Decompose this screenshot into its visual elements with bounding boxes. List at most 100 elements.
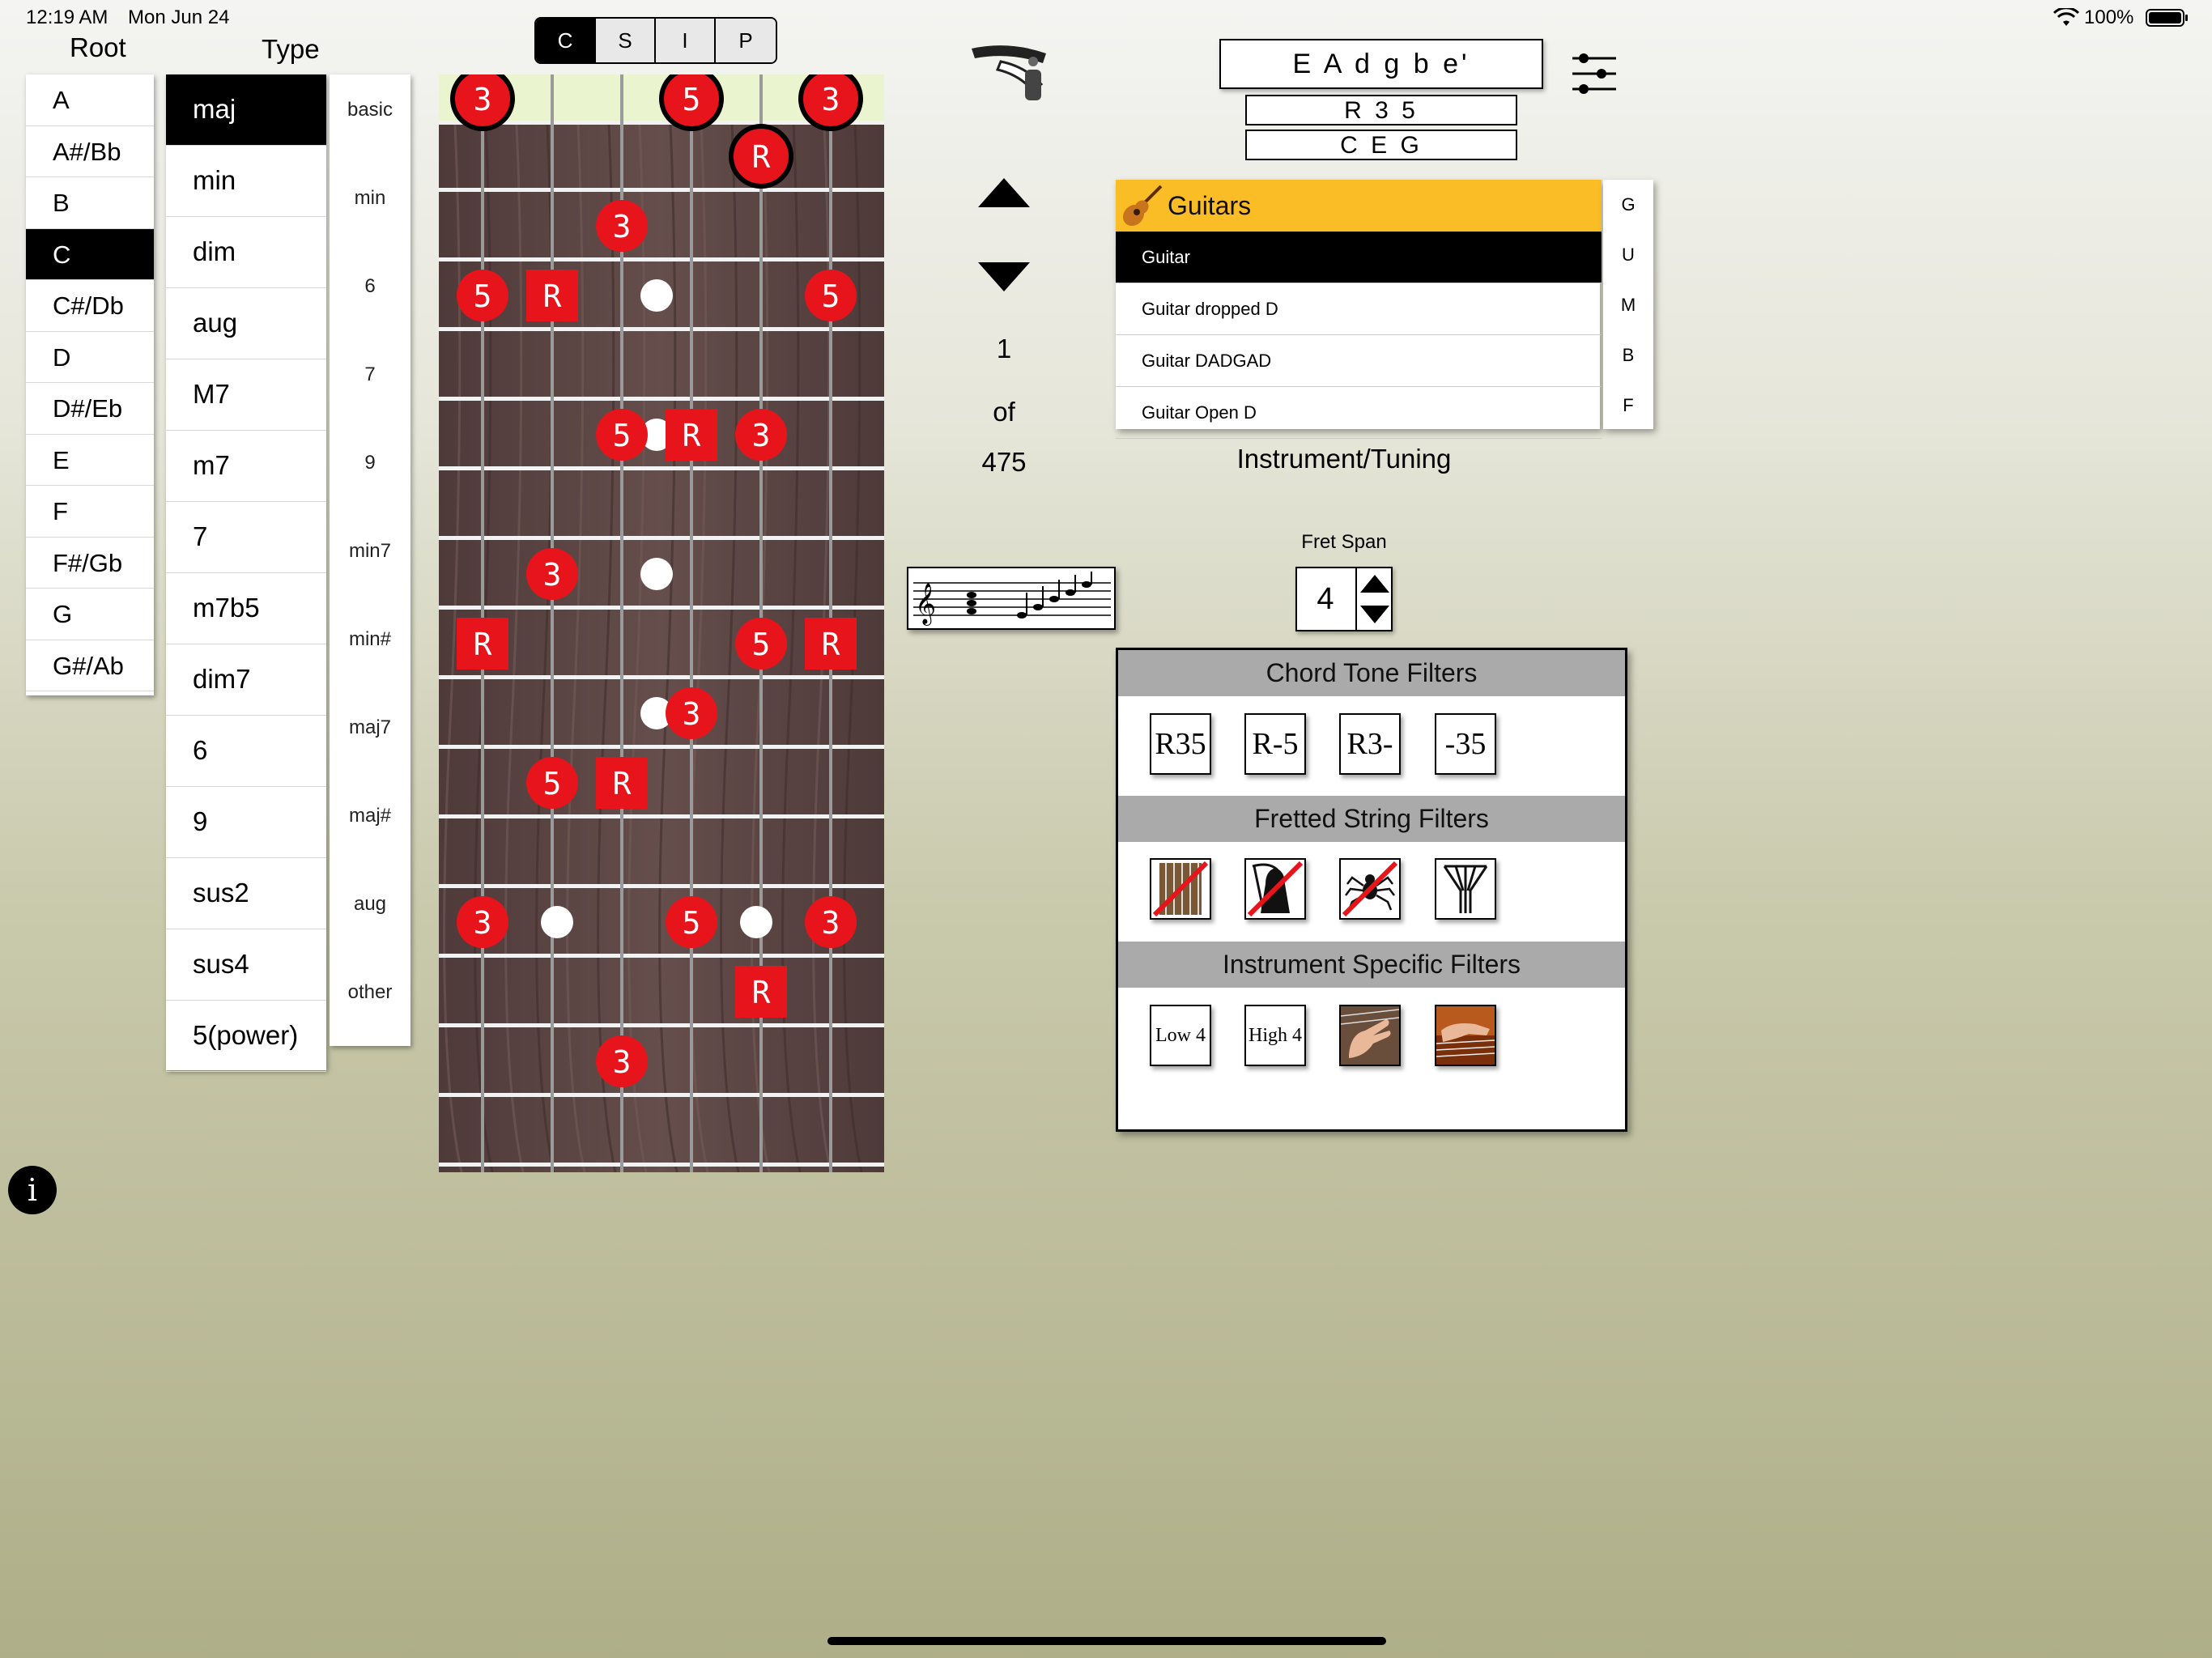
tuning-notes-display[interactable]: E A d g b e' bbox=[1219, 39, 1543, 89]
chord-tone-marker[interactable]: 3 bbox=[450, 74, 515, 131]
type-category-item[interactable]: min bbox=[330, 163, 410, 251]
capo-icon[interactable] bbox=[968, 37, 1054, 109]
chord-tone-marker[interactable]: 3 bbox=[526, 548, 578, 600]
type-list: maj min dim aug M7 m7 7 m7b5 dim7 6 9 sus2 sus4 5(pow… bbox=[166, 74, 326, 1072]
instrument-tuning-item[interactable]: Guitar bbox=[1116, 232, 1602, 283]
funnel-filter-button[interactable] bbox=[1435, 858, 1496, 920]
music-notation-button[interactable]: 𝄞 bbox=[907, 567, 1116, 630]
type-item[interactable]: aug bbox=[166, 288, 326, 359]
no-barre-filter-button[interactable] bbox=[1150, 858, 1211, 920]
chord-tone-marker[interactable]: R bbox=[596, 757, 648, 809]
chord-tone-marker[interactable]: 5 bbox=[805, 270, 857, 321]
root-item[interactable]: F bbox=[26, 486, 154, 538]
root-item[interactable]: C bbox=[26, 228, 154, 280]
root-item[interactable]: D bbox=[26, 332, 154, 383]
instrument-index-letter[interactable]: M bbox=[1603, 280, 1653, 330]
mode-tab-c[interactable]: C bbox=[536, 19, 596, 62]
filter-35-button[interactable]: -35 bbox=[1435, 713, 1496, 775]
fretboard[interactable]: 3 5 3 R 3 5 R 5 5 R 3 3 R 5 R 3 5 R 3 5 3 R 3 bbox=[439, 74, 884, 1172]
instrument-tuning-item[interactable]: Guitar dropped D bbox=[1116, 283, 1602, 335]
type-category-item[interactable]: 7 bbox=[330, 339, 410, 427]
type-item[interactable]: 7 bbox=[166, 502, 326, 573]
low-4-filter-button[interactable]: Low 4 bbox=[1150, 1005, 1211, 1066]
type-category-item[interactable]: basic bbox=[330, 74, 410, 163]
type-item[interactable]: dim bbox=[166, 217, 326, 288]
type-category-item[interactable]: other bbox=[330, 957, 410, 1045]
type-category-item[interactable]: maj7 bbox=[330, 692, 410, 780]
chord-tone-marker[interactable]: R bbox=[735, 966, 787, 1018]
chord-tone-marker[interactable]: 5 bbox=[596, 409, 648, 461]
chord-tone-marker[interactable]: R bbox=[526, 270, 578, 321]
previous-chord-arrow-icon[interactable] bbox=[976, 176, 1032, 213]
instrument-index-letter[interactable]: G bbox=[1603, 180, 1653, 230]
chord-tone-marker[interactable]: 3 bbox=[596, 1035, 648, 1087]
high-4-filter-button[interactable]: High 4 bbox=[1244, 1005, 1306, 1066]
type-item[interactable]: min bbox=[166, 146, 326, 217]
mode-tab-i[interactable]: I bbox=[656, 19, 716, 62]
chord-tone-marker[interactable]: R bbox=[666, 409, 717, 461]
type-item[interactable]: sus2 bbox=[166, 858, 326, 929]
type-item[interactable]: m7b5 bbox=[166, 573, 326, 644]
type-category-item[interactable]: min7 bbox=[330, 516, 410, 604]
type-category-item[interactable]: min# bbox=[330, 604, 410, 692]
no-spider-filter-button[interactable] bbox=[1339, 858, 1401, 920]
chord-tone-marker[interactable]: 5 bbox=[659, 74, 724, 131]
info-icon[interactable]: i bbox=[8, 1166, 57, 1214]
root-item[interactable]: G#/Ab bbox=[26, 640, 154, 691]
filter-r35-button[interactable]: R35 bbox=[1150, 713, 1211, 775]
chord-tone-marker[interactable]: 5 bbox=[666, 896, 717, 948]
type-category-item[interactable]: aug bbox=[330, 869, 410, 957]
instrument-index-letter[interactable]: F bbox=[1603, 380, 1653, 431]
chord-tone-marker[interactable]: 3 bbox=[666, 687, 717, 739]
root-item[interactable]: F#/Gb bbox=[26, 538, 154, 589]
type-item[interactable]: 5(power) bbox=[166, 1001, 326, 1072]
type-item[interactable]: maj bbox=[166, 74, 326, 146]
root-item[interactable]: E bbox=[26, 435, 154, 486]
type-item[interactable]: 6 bbox=[166, 716, 326, 787]
chord-tone-marker[interactable]: 3 bbox=[596, 200, 648, 252]
chord-tone-marker[interactable]: 3 bbox=[457, 896, 508, 948]
hand-fingering-filter-button[interactable] bbox=[1339, 1005, 1401, 1066]
type-item[interactable]: m7 bbox=[166, 431, 326, 502]
root-item[interactable]: B bbox=[26, 177, 154, 229]
next-chord-arrow-icon[interactable] bbox=[976, 261, 1032, 297]
filter-r3-button[interactable]: R3- bbox=[1339, 713, 1401, 775]
type-category-item[interactable]: 6 bbox=[330, 251, 410, 339]
root-item[interactable]: A#/Bb bbox=[26, 126, 154, 177]
instrument-group-header[interactable]: Guitars bbox=[1116, 180, 1602, 232]
type-item[interactable]: dim7 bbox=[166, 644, 326, 716]
chord-tone-marker[interactable]: 3 bbox=[805, 896, 857, 948]
chord-tone-marker[interactable]: R bbox=[729, 124, 793, 189]
type-item[interactable]: 9 bbox=[166, 787, 326, 858]
marker-label: 3 bbox=[613, 1044, 632, 1080]
chord-tone-marker[interactable]: 3 bbox=[798, 74, 863, 131]
fret-span-decrease-icon[interactable] bbox=[1359, 602, 1391, 627]
mode-tab-p[interactable]: P bbox=[716, 19, 776, 62]
instrument-index-letter[interactable]: B bbox=[1603, 330, 1653, 380]
fret-span-increase-icon[interactable] bbox=[1359, 572, 1391, 596]
chord-tone-marker[interactable]: R bbox=[457, 618, 508, 670]
no-reach-filter-button[interactable] bbox=[1244, 858, 1306, 920]
filter-r-5-button[interactable]: R-5 bbox=[1244, 713, 1306, 775]
instrument-tuning-item[interactable]: Guitar Open D bbox=[1116, 387, 1602, 439]
type-category-item[interactable]: maj# bbox=[330, 780, 410, 869]
root-item[interactable]: C#/Db bbox=[26, 280, 154, 332]
root-item[interactable]: A bbox=[26, 74, 154, 126]
root-item[interactable]: D#/Eb bbox=[26, 383, 154, 435]
chord-tone-marker[interactable]: R bbox=[805, 618, 857, 670]
instrument-tuning-item[interactable]: Guitar DADGAD bbox=[1116, 335, 1602, 387]
guitar-icon bbox=[1119, 183, 1164, 232]
type-item[interactable]: M7 bbox=[166, 359, 326, 431]
instrument-index-letter[interactable]: U bbox=[1603, 230, 1653, 280]
type-item[interactable]: sus4 bbox=[166, 929, 326, 1001]
chord-tone-marker[interactable]: 3 bbox=[735, 409, 787, 461]
chord-tone-marker[interactable]: 5 bbox=[457, 270, 508, 321]
type-category-item[interactable]: 9 bbox=[330, 427, 410, 516]
chord-tone-marker[interactable]: 5 bbox=[526, 757, 578, 809]
chord-tone-marker[interactable]: 5 bbox=[735, 618, 787, 670]
root-item[interactable]: G bbox=[26, 589, 154, 640]
type-category-list: basic min 6 7 9 min7 min# maj7 maj# aug other bbox=[330, 74, 410, 1046]
strumming-hand-filter-button[interactable] bbox=[1435, 1005, 1496, 1066]
mode-tab-s[interactable]: S bbox=[596, 19, 656, 62]
settings-sliders-icon[interactable] bbox=[1571, 50, 1618, 101]
